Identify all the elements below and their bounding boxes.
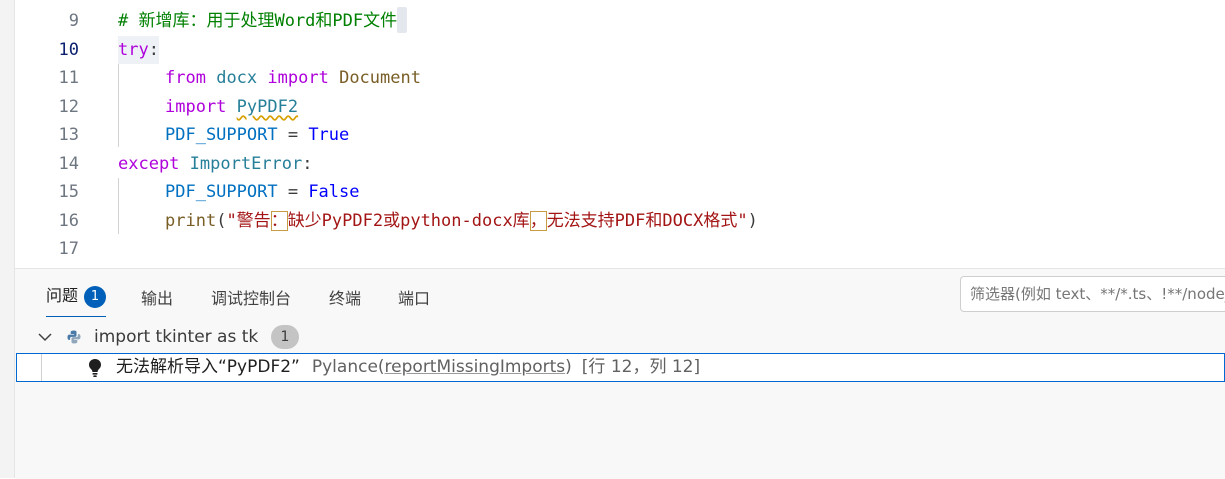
line-number: 11 xyxy=(58,68,79,88)
problem-source-close: ) xyxy=(565,357,572,377)
string: "警告 xyxy=(226,211,271,231)
problem-message: 无法解析导入“PyPDF2” xyxy=(116,357,300,377)
lightbulb-icon[interactable] xyxy=(87,358,103,378)
python-file-icon xyxy=(67,330,81,344)
code-line-15[interactable]: 15 PDF_SUPPORT = False xyxy=(15,178,1225,206)
class-name: ImportError xyxy=(189,154,303,174)
code-line-10[interactable]: 10 try: xyxy=(15,36,1225,64)
keyword: try xyxy=(118,40,149,60)
code-editor[interactable]: 9 # 新增库：用于处理Word和PDF文件 10 try: 11 from d… xyxy=(15,0,1225,268)
constant: False xyxy=(308,182,360,202)
tab-debug-console[interactable]: 调试控制台 xyxy=(211,285,291,309)
code-line-9[interactable]: 9 # 新增库：用于处理Word和PDF文件 xyxy=(15,7,1225,35)
paren: ( xyxy=(216,211,227,231)
activity-edge xyxy=(0,0,15,478)
imported-name: Document xyxy=(339,68,421,88)
problem-location: [行 12，列 12] xyxy=(581,357,701,377)
keyword: import xyxy=(267,68,329,88)
problem-group-count: 1 xyxy=(271,325,299,349)
line-number: 17 xyxy=(58,239,79,259)
code-line-13[interactable]: 13 PDF_SUPPORT = True xyxy=(15,121,1225,149)
code-line-11[interactable]: 11 from docx import Document xyxy=(15,64,1225,92)
line-number: 10 xyxy=(58,40,79,60)
line-number: 14 xyxy=(58,154,79,174)
keyword: import xyxy=(165,97,227,117)
line-number: 12 xyxy=(58,97,79,117)
module-name: docx xyxy=(216,68,258,88)
variable: PDF_SUPPORT xyxy=(165,125,278,145)
operator: = xyxy=(277,182,309,202)
problem-group-filename: import tkinter as tk xyxy=(94,327,259,347)
string: 无法支持PDF和DOCX格式" xyxy=(546,211,748,231)
ambiguous-char-highlight: ， xyxy=(529,211,547,231)
problem-row[interactable]: 无法解析导入“PyPDF2” Pylance(reportMissingImpor… xyxy=(16,353,1225,382)
function-name: print xyxy=(165,211,217,231)
keyword: from xyxy=(165,68,206,88)
code-line-17[interactable]: 17 xyxy=(15,235,1225,263)
tree-indent-guide xyxy=(41,354,42,381)
line-number: 15 xyxy=(58,182,79,202)
tab-problems[interactable]: 问题 1 xyxy=(46,282,107,316)
code-line-14[interactable]: 14 except ImportError: xyxy=(15,150,1225,178)
cursor-highlight xyxy=(397,7,408,33)
filter-input[interactable]: 筛选器(例如 text、**/*.ts、!**/node_modules/**) xyxy=(960,276,1225,312)
string: 缺少PyPDF2或python-docx库 xyxy=(287,211,530,231)
code-line-16[interactable]: 16 print("警告：缺少PyPDF2或python-docx库，无法支持P… xyxy=(15,207,1225,235)
operator: = xyxy=(277,125,309,145)
problem-group-row[interactable]: import tkinter as tk 1 xyxy=(15,322,1225,352)
comment: # 新增库：用于处理Word和PDF文件 xyxy=(118,11,398,31)
ambiguous-char-highlight: ： xyxy=(270,211,288,231)
panel-tabs: 问题 1 输出 调试控制台 终端 端口 筛选器(例如 text、**/*.ts、!… xyxy=(15,269,1225,321)
line-number: 16 xyxy=(58,211,79,231)
chevron-down-icon[interactable] xyxy=(37,322,53,352)
constant: True xyxy=(308,125,350,145)
problem-code-link[interactable]: reportMissingImports xyxy=(385,357,566,377)
problem-source: Pylance( xyxy=(311,357,385,377)
bottom-panel: 问题 1 输出 调试控制台 终端 端口 筛选器(例如 text、**/*.ts、!… xyxy=(15,268,1225,479)
variable: PDF_SUPPORT xyxy=(165,182,278,202)
tab-label: 问题 xyxy=(46,286,79,305)
punctuation: : xyxy=(302,154,313,174)
problem-message-line: 无法解析导入“PyPDF2” Pylance(reportMissingImpor… xyxy=(116,354,700,381)
line-number: 13 xyxy=(58,125,79,145)
tab-ports[interactable]: 端口 xyxy=(398,285,430,309)
code-line-12[interactable]: 12 import PyPDF2 xyxy=(15,93,1225,121)
keyword: except xyxy=(118,154,180,174)
paren: ) xyxy=(747,211,758,231)
line-number: 9 xyxy=(68,11,79,31)
punctuation: : xyxy=(148,40,159,60)
tab-output[interactable]: 输出 xyxy=(141,285,173,309)
problems-count-badge: 1 xyxy=(84,285,107,308)
unresolved-module[interactable]: PyPDF2 xyxy=(237,97,298,117)
tab-terminal[interactable]: 终端 xyxy=(329,285,361,309)
